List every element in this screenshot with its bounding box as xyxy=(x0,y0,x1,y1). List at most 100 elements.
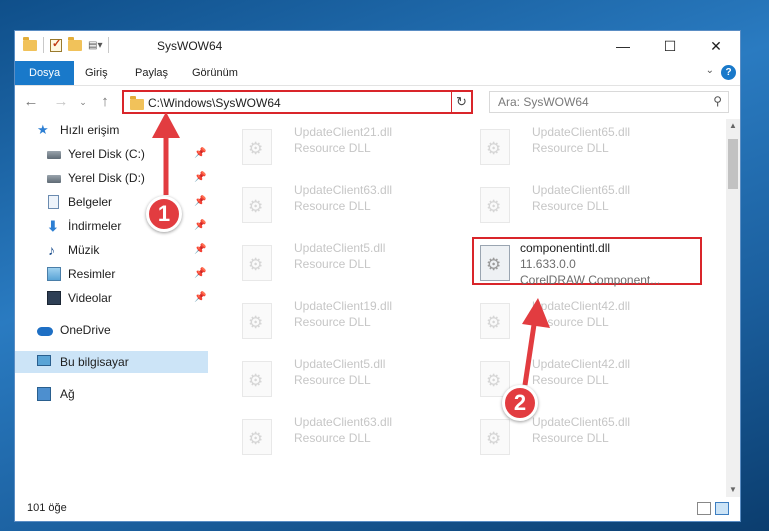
file-name: UpdateClient65.dll xyxy=(532,415,631,429)
sidebar-item-label: OneDrive xyxy=(60,323,111,337)
onedrive-icon xyxy=(37,327,53,336)
back-arrow-icon[interactable]: ← xyxy=(21,92,41,112)
pin-icon[interactable]: 📌 xyxy=(194,143,206,165)
sidebar-item-label: Videolar xyxy=(68,291,112,305)
dll-file-icon xyxy=(480,419,510,455)
file-name: UpdateClient63.dll xyxy=(294,415,393,429)
videos-icon xyxy=(47,291,61,305)
tab-home[interactable]: Giriş xyxy=(73,61,120,85)
vertical-scrollbar[interactable]: ▲ ▼ xyxy=(726,119,740,497)
forward-arrow-icon[interactable]: → xyxy=(51,92,71,112)
scroll-up-arrow-icon[interactable]: ▲ xyxy=(726,119,740,133)
sidebar-item-local-disk-d[interactable]: Yerel Disk (D:) 📌 xyxy=(15,167,208,189)
pin-icon[interactable]: 📌 xyxy=(194,239,206,261)
file-item[interactable]: UpdateClient63.dll Resource DLL xyxy=(232,181,462,229)
minimize-button[interactable]: — xyxy=(600,31,646,61)
dll-file-icon xyxy=(480,303,510,339)
tab-view[interactable]: Görünüm xyxy=(180,61,250,85)
large-icons-view-icon[interactable] xyxy=(715,502,729,515)
search-box[interactable]: Ara: SysWOW64 ⚲ xyxy=(489,91,729,113)
sidebar-item-this-pc[interactable]: Bu bilgisayar xyxy=(15,351,208,373)
toolbar-divider xyxy=(108,37,110,53)
file-item[interactable]: UpdateClient65.dll Resource DLL xyxy=(470,413,700,461)
sidebar-item-local-disk-c[interactable]: Yerel Disk (C:) 📌 xyxy=(15,143,208,165)
window-title: SysWOW64 xyxy=(157,39,223,53)
pin-icon[interactable]: 📌 xyxy=(194,287,206,309)
file-item[interactable]: UpdateClient5.dll Resource DLL xyxy=(232,355,462,403)
file-description: Resource DLL xyxy=(294,431,371,445)
scrollbar-thumb[interactable] xyxy=(728,139,738,189)
pin-icon[interactable]: 📌 xyxy=(194,191,206,213)
file-description: Resource DLL xyxy=(532,315,609,329)
file-item[interactable]: UpdateClient19.dll Resource DLL xyxy=(232,297,462,345)
close-button[interactable]: ✕ xyxy=(693,31,739,61)
pin-icon[interactable]: 📌 xyxy=(194,167,206,189)
sidebar-item-network[interactable]: Ağ xyxy=(15,383,208,405)
tab-file[interactable]: Dosya xyxy=(15,61,75,85)
file-item-componentintl[interactable]: componentintl.dll 11.633.0.0 CorelDRAW C… xyxy=(472,237,702,287)
pictures-icon xyxy=(47,267,61,281)
callout-badge-2: 2 xyxy=(502,385,538,421)
file-description: Resource DLL xyxy=(532,431,609,445)
sidebar-item-quick-access[interactable]: ★ Hızlı erişim xyxy=(15,119,208,141)
sidebar-item-onedrive[interactable]: OneDrive xyxy=(15,319,208,341)
search-input[interactable]: Ara: SysWOW64 xyxy=(498,95,589,109)
file-name: UpdateClient19.dll xyxy=(294,299,393,313)
properties-icon[interactable] xyxy=(50,37,62,52)
maximize-button[interactable]: ☐ xyxy=(647,31,693,61)
file-name: componentintl.dll xyxy=(520,241,611,255)
pin-icon[interactable]: 📌 xyxy=(194,215,206,237)
file-name: UpdateClient42.dll xyxy=(532,299,631,313)
new-folder-icon[interactable] xyxy=(68,36,82,51)
navigation-pane: ★ Hızlı erişim Yerel Disk (C:) 📌 Yerel D… xyxy=(15,119,208,497)
file-version: 11.633.0.0 xyxy=(520,257,576,271)
music-icon: ♪ xyxy=(48,242,55,258)
sidebar-item-label: Yerel Disk (D:) xyxy=(68,171,145,185)
address-bar[interactable]: C:\Windows\SysWOW64 ⌄ xyxy=(122,90,472,114)
dll-file-icon xyxy=(242,419,272,455)
sidebar-item-label: Müzik xyxy=(68,243,100,257)
file-item[interactable]: UpdateClient65.dll Resource DLL xyxy=(470,181,700,229)
dll-file-icon xyxy=(480,245,510,281)
sidebar-item-pictures[interactable]: Resimler 📌 xyxy=(15,263,208,285)
file-item[interactable]: UpdateClient42.dll Resource DLL xyxy=(470,297,700,345)
sidebar-item-label: İndirmeler xyxy=(68,219,122,233)
file-name: UpdateClient65.dll xyxy=(532,125,631,139)
file-item[interactable]: UpdateClient5.dll Resource DLL xyxy=(232,239,462,287)
up-arrow-icon[interactable]: ↑ xyxy=(95,92,115,112)
customize-toolbar-icon[interactable]: ▤▾ xyxy=(88,40,102,51)
sidebar-item-music[interactable]: ♪ Müzik 📌 xyxy=(15,239,208,261)
dll-file-icon xyxy=(480,129,510,165)
file-item[interactable]: UpdateClient21.dll Resource DLL xyxy=(232,123,462,171)
file-item[interactable]: UpdateClient65.dll Resource DLL xyxy=(470,123,700,171)
address-path[interactable]: C:\Windows\SysWOW64 xyxy=(148,96,281,110)
file-item[interactable]: UpdateClient63.dll Resource DLL xyxy=(232,413,462,461)
dll-file-icon xyxy=(242,303,272,339)
dll-file-icon xyxy=(480,187,510,223)
scroll-down-arrow-icon[interactable]: ▼ xyxy=(726,483,740,497)
file-name: UpdateClient21.dll xyxy=(294,125,393,139)
dll-file-icon xyxy=(242,187,272,223)
tab-share[interactable]: Paylaş xyxy=(123,61,180,85)
disk-icon xyxy=(47,151,61,159)
file-description: CorelDRAW Component... xyxy=(520,273,661,287)
document-icon xyxy=(48,195,59,209)
folder-icon xyxy=(23,36,37,51)
sidebar-item-label: Yerel Disk (C:) xyxy=(68,147,145,161)
details-view-icon[interactable] xyxy=(697,502,711,515)
refresh-button[interactable]: ↻ xyxy=(451,90,473,114)
file-name: UpdateClient42.dll xyxy=(532,357,631,371)
sidebar-item-videos[interactable]: Videolar 📌 xyxy=(15,287,208,309)
file-description: Resource DLL xyxy=(294,199,371,213)
help-icon[interactable]: ? xyxy=(721,65,736,80)
recent-locations-chevron-icon[interactable]: ⌄ xyxy=(73,92,93,112)
star-icon: ★ xyxy=(37,122,49,137)
ribbon-tabs: Dosya Giriş Paylaş Görünüm ⌄ ? xyxy=(15,61,740,86)
sidebar-item-label: Hızlı erişim xyxy=(60,123,120,137)
file-description: Resource DLL xyxy=(294,257,371,271)
pin-icon[interactable]: 📌 xyxy=(194,263,206,285)
search-icon: ⚲ xyxy=(713,94,722,108)
file-description: Resource DLL xyxy=(532,141,609,155)
navigation-bar: ← → ⌄ ↑ C:\Windows\SysWOW64 ⌄ ↻ Ara: Sys… xyxy=(15,86,740,118)
expand-ribbon-icon[interactable]: ⌄ xyxy=(706,65,714,76)
